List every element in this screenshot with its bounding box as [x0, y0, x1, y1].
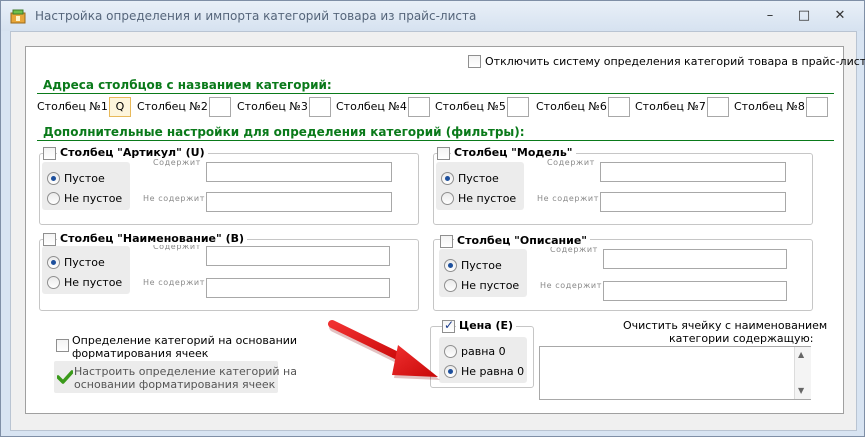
- column-4-label: Столбец №4:: [336, 100, 411, 113]
- configure-formatting-button[interactable]: Настроить определение категорий на основ…: [54, 361, 297, 393]
- article-not-empty-radio[interactable]: [47, 192, 60, 205]
- clear-cell-label-line2: категории содержащую:: [669, 332, 814, 345]
- model-not-empty-radio[interactable]: [441, 192, 454, 205]
- column-1-label: Столбец №1:: [37, 100, 112, 113]
- minimize-button[interactable]: –: [757, 7, 783, 25]
- model-empty-radio[interactable]: [441, 172, 454, 185]
- configure-formatting-line1: Настроить определение категорий на: [74, 365, 297, 378]
- description-contains-input[interactable]: [603, 249, 787, 269]
- maximize-button[interactable]: □: [791, 7, 817, 25]
- description-not-contains-input[interactable]: [603, 281, 787, 301]
- article-contains-input[interactable]: [206, 162, 392, 182]
- model-empty-label: Пустое: [458, 172, 499, 185]
- name-not-empty-radio[interactable]: [47, 276, 60, 289]
- window-title: Настройка определения и импорта категори…: [35, 9, 477, 23]
- scroll-down-icon[interactable]: ▼: [798, 386, 804, 395]
- description-empty-radio[interactable]: [444, 259, 457, 272]
- column-7-input[interactable]: [707, 97, 729, 117]
- description-filter-group: Пустое Не пустое Содержит Не содержит: [433, 239, 813, 311]
- name-contains-input[interactable]: [206, 246, 390, 266]
- article-filter-group: Пустое Не пустое Содержит Не содержит: [39, 153, 419, 225]
- column-5-input[interactable]: [507, 97, 529, 117]
- description-not-empty-label: Не пустое: [461, 279, 520, 292]
- name-filter-group: Пустое Не пустое Содержит Не содержит: [39, 239, 419, 311]
- article-filter-title: Столбец "Артикул" (U): [57, 146, 208, 159]
- section-filters-divider: [37, 140, 834, 141]
- model-not-contains-input[interactable]: [600, 192, 786, 212]
- price-not-equals-zero-label: Не равна 0: [461, 365, 525, 378]
- price-equals-zero-label: равна 0: [461, 345, 506, 358]
- section-filters-title: Дополнительные настройки для определения…: [43, 125, 525, 139]
- name-filter-checkbox[interactable]: [43, 233, 56, 246]
- column-8-input[interactable]: [806, 97, 828, 117]
- article-empty-radio[interactable]: [47, 172, 60, 185]
- description-radio-panel: Пустое Не пустое: [439, 249, 527, 297]
- clear-cell-scrollbar[interactable]: ▲ ▼: [794, 347, 811, 399]
- name-radio-panel: Пустое Не пустое: [42, 246, 130, 294]
- column-7-label: Столбец №7:: [635, 100, 710, 113]
- column-8-label: Столбец №8:: [734, 100, 809, 113]
- price-radio-panel: равна 0 Не равна 0: [439, 337, 527, 383]
- description-filter-checkbox[interactable]: [440, 235, 453, 248]
- section-columns-title: Адреса столбцов с названием категорий:: [43, 78, 332, 92]
- name-filter-title: Столбец "Наименование" (B): [57, 232, 248, 245]
- close-button[interactable]: ✕: [827, 7, 853, 25]
- description-filter-title: Столбец "Описание": [454, 234, 591, 247]
- disable-system-checkbox[interactable]: [468, 55, 481, 68]
- disable-system-label: Отключить систему определения категорий …: [485, 55, 865, 68]
- clear-cell-label-line1: Очистить ячейку с наименованием: [623, 319, 828, 332]
- formatting-label-line2: форматирования ячеек: [72, 347, 209, 360]
- model-not-empty-label: Не пустое: [458, 192, 517, 205]
- checkmark-icon: [57, 370, 73, 384]
- settings-panel: Отключить систему определения категорий …: [25, 46, 865, 414]
- model-filter-title: Столбец "Модель": [451, 146, 576, 159]
- formatting-label-line1: Определение категорий на основании: [72, 334, 298, 347]
- model-contains-label: Содержит: [547, 158, 595, 167]
- article-radio-panel: Пустое Не пустое: [42, 162, 130, 210]
- article-not-contains-label: Не содержит: [143, 194, 205, 203]
- model-filter-checkbox[interactable]: [437, 147, 450, 160]
- column-2-label: Столбец №2:: [137, 100, 212, 113]
- model-radio-panel: Пустое Не пустое: [436, 162, 524, 210]
- description-not-contains-label: Не содержит: [540, 281, 602, 290]
- column-4-input[interactable]: [408, 97, 430, 117]
- model-contains-input[interactable]: [600, 162, 786, 182]
- price-filter-title: Цена (E): [456, 319, 517, 332]
- column-1-input[interactable]: Q: [109, 97, 131, 117]
- model-not-contains-label: Не содержит: [537, 194, 599, 203]
- article-not-contains-input[interactable]: [206, 192, 392, 212]
- name-not-empty-label: Не пустое: [64, 276, 123, 289]
- column-5-label: Столбец №5:: [435, 100, 510, 113]
- title-bar: Настройка определения и импорта категори…: [1, 1, 864, 31]
- column-6-label: Столбец №6:: [536, 100, 611, 113]
- name-not-contains-input[interactable]: [206, 278, 390, 298]
- article-contains-label: Содержит: [153, 158, 201, 167]
- column-3-input[interactable]: [309, 97, 331, 117]
- column-3-label: Столбец №3:: [237, 100, 312, 113]
- model-filter-group: Пустое Не пустое Содержит Не содержит: [433, 153, 813, 225]
- clear-cell-textarea[interactable]: [539, 346, 811, 400]
- name-not-contains-label: Не содержит: [143, 278, 205, 287]
- column-2-input[interactable]: [209, 97, 231, 117]
- description-not-empty-radio[interactable]: [444, 279, 457, 292]
- dialog-window: Настройка определения и импорта категори…: [0, 0, 865, 437]
- client-area: Отключить систему определения категорий …: [10, 31, 865, 431]
- description-empty-label: Пустое: [461, 259, 502, 272]
- app-icon: [10, 9, 26, 24]
- article-filter-checkbox[interactable]: [43, 147, 56, 160]
- scroll-up-icon[interactable]: ▲: [798, 350, 804, 359]
- section-columns-divider: [37, 93, 834, 94]
- article-empty-label: Пустое: [64, 172, 105, 185]
- configure-formatting-line2: основании форматирования ячеек: [74, 378, 276, 391]
- article-not-empty-label: Не пустое: [64, 192, 123, 205]
- annotation-arrow-icon: [328, 320, 440, 380]
- column-6-input[interactable]: [608, 97, 630, 117]
- name-empty-label: Пустое: [64, 256, 105, 269]
- name-empty-radio[interactable]: [47, 256, 60, 269]
- formatting-checkbox[interactable]: [56, 339, 69, 352]
